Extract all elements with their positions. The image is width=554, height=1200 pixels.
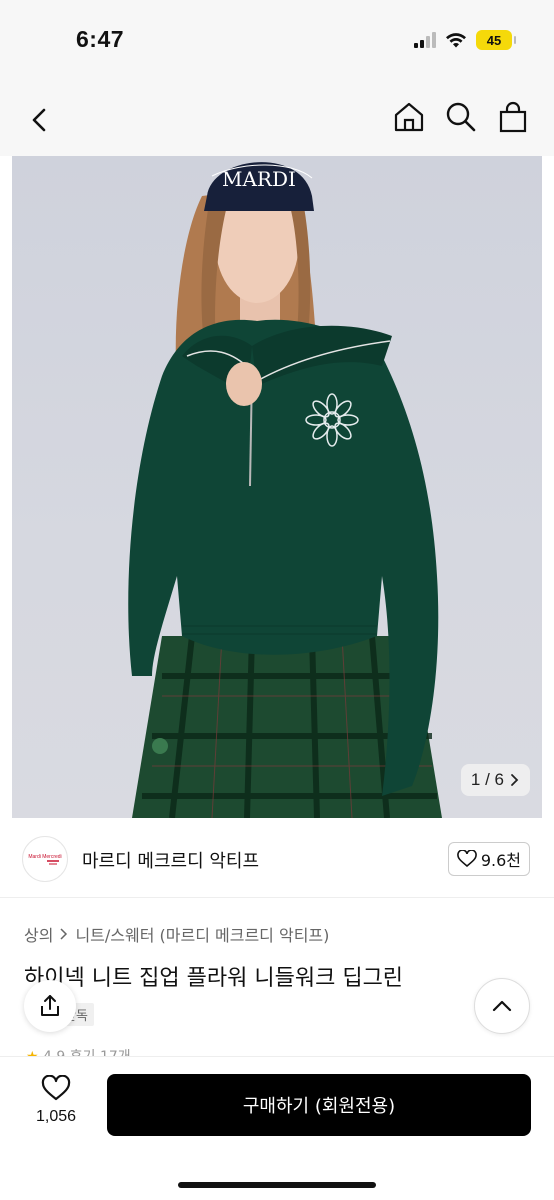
heart-outline-icon [457, 850, 477, 868]
home-indicator [178, 1182, 376, 1188]
top-nav [0, 80, 554, 156]
product-title: 하이넥 니트 집업 플라워 니들워크 딥그린 [24, 966, 404, 991]
brand-like-button[interactable]: 9.6천 [447, 842, 530, 876]
chevron-up-icon [492, 1000, 512, 1012]
image-counter[interactable]: 1 / 6 [460, 764, 530, 796]
share-button[interactable] [24, 980, 76, 1032]
cap-logo-text: MARDI [222, 167, 296, 191]
product-photo: MARDI [128, 162, 442, 818]
seller-logo[interactable]: Mardi Mercredi [22, 836, 68, 882]
svg-text:Mardi Mercredi: Mardi Mercredi [28, 854, 61, 860]
breadcrumb: 상의 니트/스웨터 (마르디 메크르디 악티프) [24, 922, 329, 946]
search-icon[interactable] [444, 100, 478, 134]
breadcrumb-category[interactable]: 상의 [24, 922, 53, 946]
status-icons: 45 [414, 30, 516, 50]
wishlist-count: 1,056 [35, 1108, 77, 1125]
heart-outline-icon [41, 1075, 71, 1101]
seller-row[interactable]: Mardi Mercredi 마르디 메크르디 악티프 9.6천 [0, 820, 554, 898]
seller-name[interactable]: 마르디 메크르디 악티프 [82, 847, 259, 873]
chevron-right-icon [60, 928, 68, 940]
home-icon[interactable] [392, 100, 426, 134]
status-time: 6:47 [76, 26, 125, 52]
wifi-icon [446, 33, 466, 48]
image-counter-text: 1 / 6 [470, 770, 504, 789]
shopping-bag-icon[interactable] [496, 100, 530, 134]
share-icon [41, 995, 59, 1016]
wishlist-button[interactable]: 1,056 [30, 1075, 82, 1126]
brand-like-count: 9.6천 [480, 851, 521, 870]
seller-logo-mark: Mardi Mercredi [28, 854, 62, 865]
bottom-action-bar: 1,056 구매하기 (회원전용) [0, 1056, 554, 1200]
battery-indicator: 45 [476, 30, 516, 50]
status-bar: 6:47 45 [0, 0, 554, 80]
nav-actions [392, 100, 530, 134]
cellular-signal-icon [414, 32, 436, 48]
chevron-right-icon [511, 774, 519, 786]
product-image[interactable]: MARDI 1 / 6 [12, 156, 542, 818]
scroll-top-button[interactable] [474, 978, 530, 1034]
buy-button[interactable]: 구매하기 (회원전용) [107, 1074, 531, 1136]
breadcrumb-subcategory[interactable]: 니트/스웨터 (마르디 메크르디 악티프) [75, 922, 329, 946]
back-arrow-icon[interactable] [22, 102, 58, 138]
